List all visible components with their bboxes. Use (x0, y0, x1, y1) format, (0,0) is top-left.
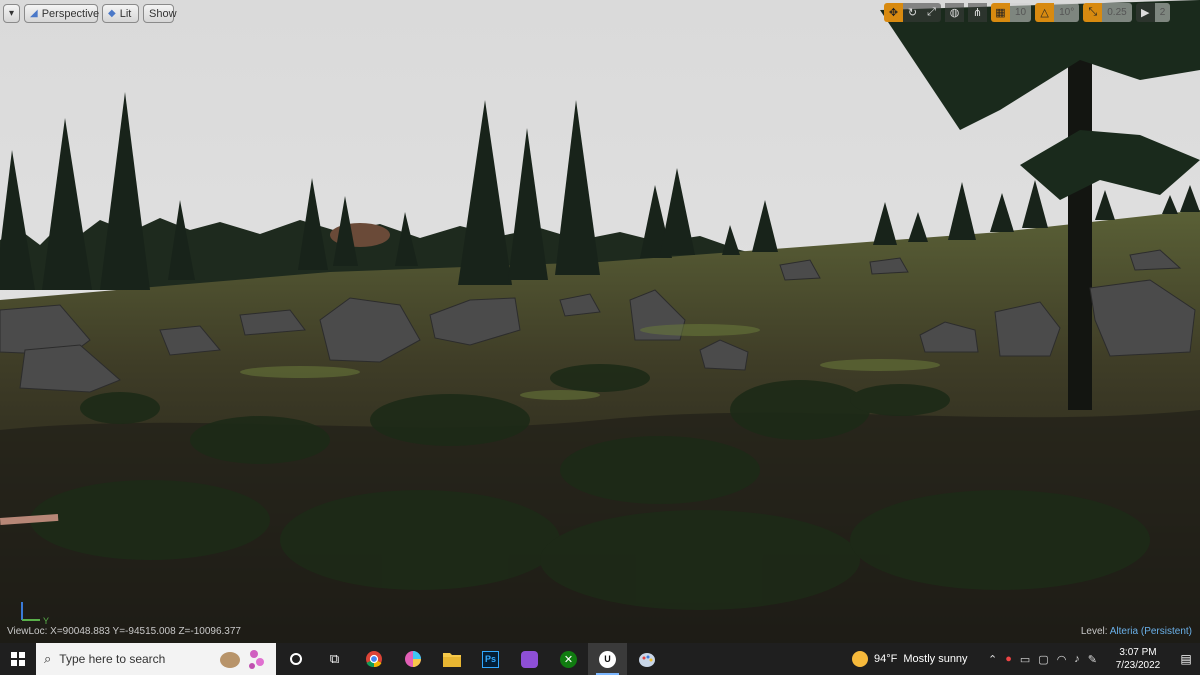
clock[interactable]: 3:07 PM 7/23/2022 (1108, 646, 1168, 672)
level-viewport[interactable]: ▾ ◢ Perspective ◆ Lit Show ✥ ↻ ⤢ ◍ ⋔ ▦ 1… (0, 0, 1200, 643)
color-app-taskbar-button[interactable] (393, 643, 432, 675)
taskbar: ⌕ Type here to search ⧉ Ps ✕ U 94°F Most… (0, 643, 1200, 675)
lit-label: Lit (119, 7, 132, 20)
chrome-taskbar-button[interactable] (354, 643, 393, 675)
weather-desc: Mostly sunny (903, 653, 968, 665)
folder-icon (442, 653, 461, 667)
perspective-label: Perspective (41, 7, 100, 20)
grid-snap-value[interactable]: 10 (1010, 3, 1032, 22)
view-location-readout: ViewLoc: X=90048.883 Y=-94515.008 Z=-100… (7, 626, 241, 637)
purple-app-icon (521, 650, 538, 668)
task-view-button[interactable]: ⧉ (315, 643, 354, 675)
task-view-icon: ⧉ (329, 651, 340, 666)
xbox-icon: ✕ (560, 650, 577, 668)
windows-logo-icon (11, 652, 25, 666)
scale-snap-value[interactable]: 0.25 (1102, 3, 1132, 22)
level-name: Alteria (Persistent) (1109, 626, 1192, 637)
chrome-icon (365, 651, 382, 668)
clock-date: 7/23/2022 (1115, 660, 1161, 671)
unreal-engine-taskbar-button[interactable]: U (588, 643, 627, 675)
perspective-icon: ◢ (30, 8, 38, 19)
axis-y-label: Y (43, 616, 49, 626)
viewport-options-button[interactable]: ▾ (3, 4, 20, 23)
xbox-taskbar-button[interactable]: ✕ (549, 643, 588, 675)
search-icon: ⌕ (44, 651, 52, 666)
scale-icon[interactable]: ⤢ (922, 3, 941, 22)
notification-center-button[interactable]: ▤ (1172, 643, 1200, 675)
show-hidden-icons-icon[interactable]: ⌃ (988, 653, 997, 666)
display-icon[interactable]: ▢ (1038, 653, 1048, 666)
volume-icon[interactable]: ♪ (1074, 653, 1080, 665)
axis-gizmo: Y (21, 602, 49, 626)
surface-snap-icon[interactable]: ⋔ (968, 3, 987, 22)
paint-palette-icon (638, 653, 655, 667)
paint-taskbar-button[interactable] (627, 643, 666, 675)
rotation-snap-value[interactable]: 10° (1054, 3, 1080, 22)
transform-toolbar: ✥ ↻ ⤢ ◍ ⋔ ▦ 10 △ 10° ⤡ 0.25 ▶ 2 (884, 3, 1171, 22)
sun-icon (852, 651, 868, 667)
start-button[interactable] (0, 643, 36, 675)
show-button[interactable]: Show (143, 4, 177, 23)
level-label: Level: (1080, 626, 1108, 637)
cortana-icon (289, 653, 302, 665)
photoshop-icon: Ps (482, 650, 499, 668)
file-explorer-taskbar-button[interactable] (432, 643, 471, 675)
wifi-icon[interactable]: ◠ (1057, 653, 1067, 666)
lit-icon: ◆ (108, 8, 116, 19)
taskbar-search-box[interactable]: ⌕ Type here to search (36, 643, 276, 675)
translate-icon[interactable]: ✥ (884, 3, 903, 22)
camera-speed-value[interactable]: 2 (1154, 3, 1171, 22)
notification-icon: ▤ (1180, 652, 1192, 666)
chevron-down-icon: ▾ (8, 8, 15, 19)
clock-time: 3:07 PM (1119, 647, 1157, 658)
weather-widget[interactable]: 94°F Mostly sunny (852, 643, 968, 675)
pen-icon[interactable]: ✎ (1088, 653, 1097, 666)
weather-temp: 94°F (874, 653, 898, 665)
rotation-snap-icon[interactable]: △ (1035, 3, 1055, 22)
landscape-scene[interactable] (0, 0, 1200, 643)
search-placeholder: Type here to search (59, 652, 166, 666)
unreal-engine-icon: U (599, 650, 616, 668)
photoshop-taskbar-button[interactable]: Ps (471, 643, 510, 675)
perspective-button[interactable]: ◢ Perspective (24, 4, 100, 23)
rotate-icon[interactable]: ↻ (903, 3, 922, 22)
show-label: Show (149, 7, 177, 20)
search-highlight-art-icon (220, 650, 264, 669)
level-indicator: Level: Alteria (Persistent) (1081, 626, 1192, 637)
scale-snap-icon[interactable]: ⤡ (1083, 3, 1103, 22)
security-alert-icon[interactable]: ● (1005, 653, 1012, 665)
color-wheel-icon (404, 651, 421, 667)
cortana-button[interactable] (276, 643, 315, 675)
lit-button[interactable]: ◆ Lit (102, 4, 139, 23)
purple-app-taskbar-button[interactable] (510, 643, 549, 675)
camera-speed-icon[interactable]: ▶ (1135, 3, 1155, 22)
grid-snap-icon[interactable]: ▦ (991, 3, 1010, 22)
world-local-icon[interactable]: ◍ (945, 3, 964, 22)
system-tray: ⌃ ● ▭ ▢ ◠ ♪ ✎ (988, 643, 1097, 675)
battery-icon[interactable]: ▭ (1020, 653, 1030, 666)
